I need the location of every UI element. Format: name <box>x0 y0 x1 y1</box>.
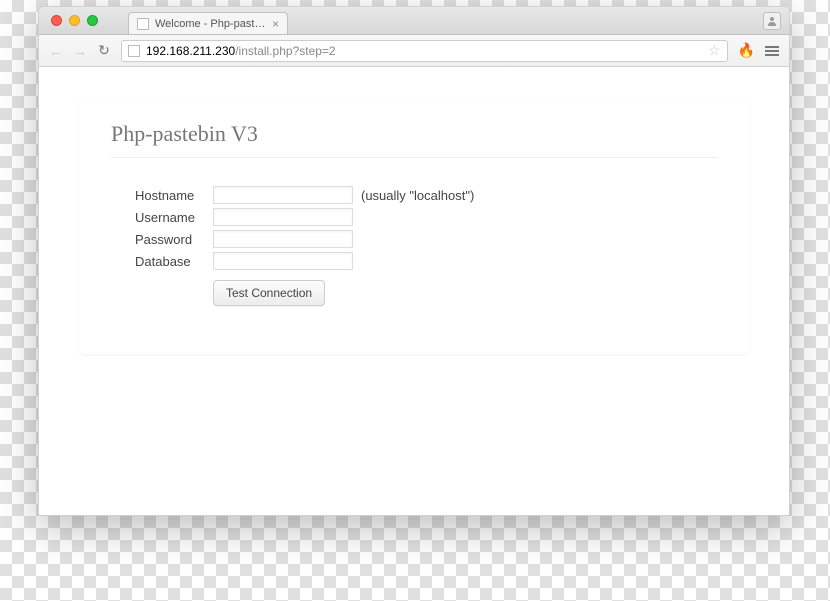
db-form: Hostname (usually "localhost") Username … <box>111 186 717 306</box>
page-viewport: Php-pastebin V3 Hostname (usually "local… <box>39 67 789 515</box>
extension-icon[interactable]: 🔥 <box>738 42 755 59</box>
close-tab-icon[interactable]: × <box>272 17 279 31</box>
row-password: Password <box>135 230 717 248</box>
url-path: /install.php?step=2 <box>235 44 335 58</box>
hint-hostname: (usually "localhost") <box>361 188 474 203</box>
reload-button[interactable]: ↻ <box>97 42 111 59</box>
input-database[interactable] <box>213 252 353 270</box>
minimize-window-button[interactable] <box>69 15 80 26</box>
url-host: 192.168.211.230 <box>146 44 235 58</box>
row-username: Username <box>135 208 717 226</box>
forward-button[interactable]: → <box>73 43 87 59</box>
row-database: Database <box>135 252 717 270</box>
input-hostname[interactable] <box>213 186 353 204</box>
tab-bar: Welcome - Php-pastebin V × <box>39 7 789 35</box>
input-password[interactable] <box>213 230 353 248</box>
input-username[interactable] <box>213 208 353 226</box>
back-button[interactable]: ← <box>49 43 63 59</box>
label-password: Password <box>135 232 213 247</box>
form-actions: Test Connection <box>213 280 717 306</box>
content-card: Php-pastebin V3 Hostname (usually "local… <box>79 97 749 354</box>
browser-window: Welcome - Php-pastebin V × ← → ↻ 192.168… <box>38 6 790 516</box>
profile-button[interactable] <box>763 12 781 30</box>
row-hostname: Hostname (usually "localhost") <box>135 186 717 204</box>
label-hostname: Hostname <box>135 188 213 203</box>
address-bar[interactable]: 192.168.211.230/install.php?step=2 ☆ <box>121 40 728 62</box>
page-favicon-icon <box>137 18 149 30</box>
window-controls <box>39 15 110 26</box>
label-database: Database <box>135 254 213 269</box>
page-title: Php-pastebin V3 <box>111 121 717 158</box>
url-text: 192.168.211.230/install.php?step=2 <box>146 44 702 58</box>
site-info-icon[interactable] <box>128 45 140 57</box>
label-username: Username <box>135 210 213 225</box>
tab-title: Welcome - Php-pastebin V <box>155 18 266 30</box>
close-window-button[interactable] <box>51 15 62 26</box>
test-connection-button[interactable]: Test Connection <box>213 280 325 306</box>
browser-tab[interactable]: Welcome - Php-pastebin V × <box>128 12 288 34</box>
maximize-window-button[interactable] <box>87 15 98 26</box>
toolbar: ← → ↻ 192.168.211.230/install.php?step=2… <box>39 35 789 67</box>
menu-button[interactable] <box>765 46 779 56</box>
bookmark-star-icon[interactable]: ☆ <box>708 42 721 59</box>
